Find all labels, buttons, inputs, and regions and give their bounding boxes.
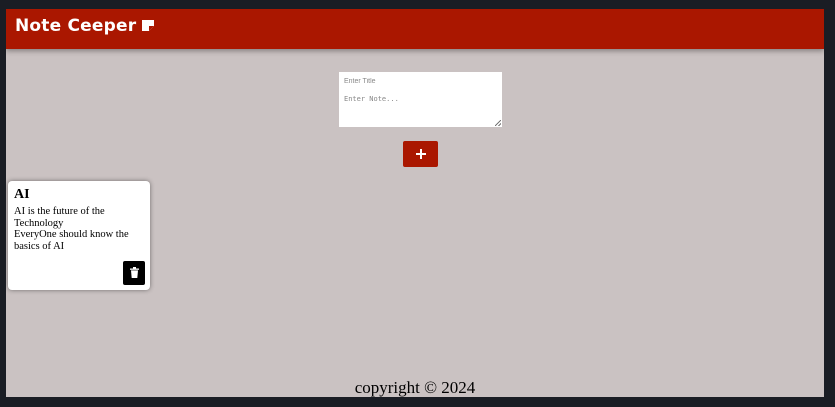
app-title: Note Ceeper bbox=[15, 16, 137, 36]
plus-icon bbox=[415, 147, 426, 162]
brand: Note Ceeper bbox=[15, 16, 155, 36]
app-container: Note Ceeper AI AI is the future of the T… bbox=[6, 9, 824, 397]
note-form bbox=[339, 72, 502, 127]
title-input[interactable] bbox=[339, 72, 502, 90]
note-card: AI AI is the future of the Technology Ev… bbox=[8, 181, 150, 290]
note-textarea[interactable] bbox=[339, 92, 502, 127]
note-icon bbox=[142, 19, 155, 31]
header-bar: Note Ceeper bbox=[6, 9, 824, 49]
footer-copyright: copyright © 2024 bbox=[354, 378, 476, 397]
note-content: AI is the future of the Technology Every… bbox=[14, 206, 129, 252]
resize-handle[interactable] bbox=[495, 120, 501, 126]
note-title: AI bbox=[14, 187, 30, 202]
delete-note-button[interactable] bbox=[123, 261, 145, 285]
add-note-button[interactable] bbox=[403, 141, 438, 167]
trash-icon bbox=[129, 266, 139, 281]
